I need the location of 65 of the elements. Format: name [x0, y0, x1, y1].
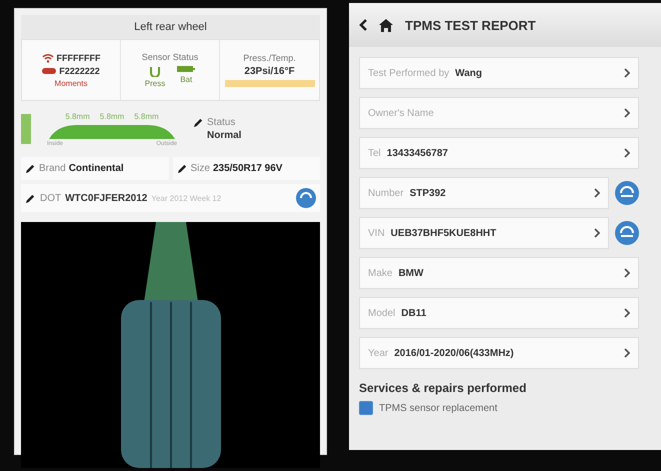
checkbox[interactable] — [359, 401, 373, 415]
field-value: 235/50R17 96V — [212, 163, 282, 174]
report-row[interactable]: VIN UEB37BHF5KUE8HHT — [359, 217, 609, 249]
field-label: Tel — [368, 148, 381, 158]
report-row[interactable]: Model DB11 — [359, 297, 639, 329]
sensor-note: Moments — [54, 78, 88, 88]
status-value: Normal — [206, 130, 242, 141]
sensor-id: F2222222 — [59, 66, 100, 76]
field-value: Continental — [68, 163, 124, 174]
pencil-icon — [176, 163, 188, 174]
field-label: Make — [368, 268, 392, 278]
column-heading: Press./Temp. — [243, 53, 296, 63]
field-label: Brand — [39, 163, 66, 174]
field-label: Owner's Name — [368, 108, 434, 118]
field-value: Wang — [455, 68, 484, 78]
chevron-right-icon — [624, 148, 630, 158]
report-row[interactable]: Tel 13433456787 — [359, 137, 639, 169]
report-row[interactable]: Number STP392 — [359, 177, 609, 209]
scan-icon[interactable] — [296, 188, 316, 208]
field-label: Model — [368, 308, 396, 318]
chevron-right-icon — [624, 108, 630, 118]
tread-depth: 5.8mm — [134, 112, 159, 120]
field-value: UEB37BHF5KUE8HHT — [390, 228, 498, 238]
chevron-right-icon — [624, 308, 630, 318]
field-label: Status — [207, 117, 236, 128]
scan-icon[interactable] — [615, 181, 639, 205]
field-value: DB11 — [401, 308, 428, 318]
panel-title: Left rear wheel — [21, 15, 320, 39]
status-label: Press — [144, 79, 166, 88]
chevron-right-icon — [624, 348, 630, 358]
home-icon[interactable] — [379, 18, 393, 32]
field-label: Test Performed by — [368, 68, 450, 78]
field-label: Year — [368, 348, 388, 358]
pencil-icon — [25, 163, 36, 174]
field-value: STP392 — [410, 188, 447, 198]
field-label: DOT — [40, 192, 62, 204]
dot-note: Year 2012 Week 12 — [151, 194, 222, 202]
field-value: 13433456787 — [386, 148, 449, 158]
column-heading: Sensor Status — [142, 52, 198, 62]
service-label: TPMS sensor replacement — [379, 402, 498, 414]
field-value: WTC0FJFER2012 — [65, 192, 148, 204]
scan-icon[interactable] — [615, 221, 639, 245]
pencil-icon — [25, 192, 36, 204]
signal-icon — [42, 52, 54, 62]
tread-depth: 5.8mm — [100, 112, 124, 120]
chevron-right-icon — [594, 228, 600, 238]
report-row[interactable]: Make BMW — [359, 257, 639, 289]
section-heading: Services & repairs performed — [358, 380, 528, 397]
pressure-value: 23Psi/16°F — [244, 66, 295, 77]
field-label: VIN — [368, 228, 385, 238]
field-label: Size — [190, 163, 210, 174]
report-row[interactable]: Test Performed by Wang — [359, 57, 639, 89]
back-icon[interactable] — [359, 19, 367, 31]
status-label: Bat — [180, 75, 192, 84]
field-label: Number — [368, 188, 404, 198]
pencil-icon — [193, 117, 204, 128]
chevron-right-icon — [594, 188, 600, 198]
screen-title: TPMS TEST REPORT — [405, 18, 536, 32]
chevron-right-icon — [624, 68, 630, 78]
field-value: 2016/01-2020/06(433MHz) — [394, 348, 515, 358]
field-value: BMW — [398, 268, 424, 278]
sensor-id: FFFFFFFF — [56, 52, 100, 62]
chevron-right-icon — [624, 268, 630, 278]
tread-depth: 5.8mm — [65, 112, 90, 120]
report-row[interactable]: Year 2016/01-2020/06(433MHz) — [359, 337, 639, 369]
